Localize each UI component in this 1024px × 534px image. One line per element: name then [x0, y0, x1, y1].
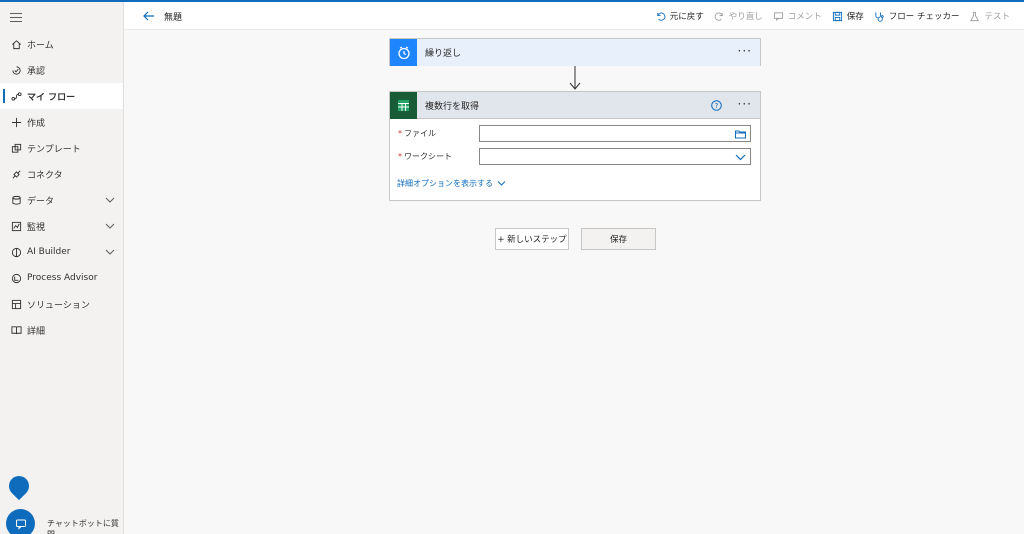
- solutions-icon: [10, 298, 22, 310]
- test-button[interactable]: テスト: [969, 10, 1010, 22]
- designer-header: 無題 元に戻す やり直し コメント 保存 フロー チェッカー テスト: [124, 2, 1024, 30]
- database-icon: [10, 194, 22, 206]
- sidebar-item-my-flows[interactable]: マイ フロー: [0, 83, 123, 109]
- sidebar-item-label: ソリューション: [27, 300, 90, 311]
- sidebar-item-data[interactable]: データ: [0, 187, 123, 213]
- sidebar-item-connectors[interactable]: コネクタ: [0, 161, 123, 187]
- test-label: テスト: [984, 12, 1010, 22]
- ai-builder-icon: [10, 246, 22, 258]
- sidebar-item-label: 監視: [27, 222, 46, 233]
- home-icon: [10, 38, 22, 50]
- hamburger-icon[interactable]: [10, 13, 22, 22]
- worksheet-dropdown[interactable]: [479, 148, 751, 165]
- comment-button[interactable]: コメント: [773, 10, 822, 22]
- folder-icon[interactable]: [735, 129, 746, 139]
- sidebar-item-learn[interactable]: 詳細: [0, 317, 123, 343]
- book-icon: [10, 324, 22, 336]
- flow-checker-button[interactable]: フロー チェッカー: [874, 10, 960, 22]
- flow-icon: [10, 90, 22, 102]
- templates-icon: [10, 142, 22, 154]
- file-field-row: * ファイル: [398, 125, 752, 142]
- plus-icon: [10, 116, 22, 128]
- process-advisor-icon: [10, 272, 22, 284]
- worksheet-field-row: * ワークシート: [398, 148, 752, 165]
- action-card-get-rows[interactable]: 複数行を取得 ? ··· * ファイル * ワークシート 詳細オプションを表示する: [389, 91, 761, 201]
- approvals-icon: [10, 64, 22, 76]
- sidebar-item-home[interactable]: ホーム: [0, 31, 123, 57]
- chevron-down-icon[interactable]: [105, 247, 115, 257]
- toolbar: 元に戻す やり直し コメント 保存 フロー チェッカー テスト: [645, 8, 1010, 24]
- sidebar-item-label: 詳細: [27, 326, 46, 337]
- flow-checker-label: フロー チェッカー: [888, 12, 960, 22]
- sidebar-item-solutions[interactable]: ソリューション: [0, 291, 123, 317]
- sidebar-item-approvals[interactable]: 承認: [0, 57, 123, 83]
- help-icon[interactable]: ?: [711, 100, 722, 111]
- sidebar-item-label: ホーム: [27, 40, 54, 51]
- file-field-label: * ファイル: [398, 129, 436, 138]
- sidebar-item-templates[interactable]: テンプレート: [0, 135, 123, 161]
- undo-label: 元に戻す: [669, 12, 704, 22]
- chatbot-button[interactable]: [6, 509, 35, 534]
- undo-icon: [655, 11, 666, 22]
- sidebar-item-ai-builder[interactable]: AI Builder: [0, 239, 123, 265]
- stethoscope-icon: [874, 11, 885, 22]
- sidebar-item-process-advisor[interactable]: Process Advisor: [0, 265, 123, 291]
- connector-arrow: [569, 66, 581, 90]
- svg-text:?: ?: [715, 102, 719, 110]
- left-navigation: ホーム 承認 マイ フロー 作成 テンプレート コネクタ データ 監視 AI B…: [0, 2, 124, 534]
- excel-sheets-icon: [390, 91, 417, 119]
- nav-list: ホーム 承認 マイ フロー 作成 テンプレート コネクタ データ 監視 AI B…: [0, 31, 123, 343]
- action-card-title: 複数行を取得: [425, 101, 480, 112]
- advanced-options-link[interactable]: 詳細オプションを表示する: [397, 178, 506, 189]
- connector-icon: [10, 168, 22, 180]
- chevron-down-icon[interactable]: [735, 152, 746, 162]
- redo-icon: [714, 11, 725, 22]
- sidebar-item-label: AI Builder: [27, 247, 71, 257]
- sidebar-item-label: Process Advisor: [27, 273, 98, 283]
- file-input[interactable]: [479, 125, 751, 142]
- monitor-icon: [10, 220, 22, 232]
- trigger-card-title: 繰り返し: [425, 49, 462, 59]
- trigger-card-recurrence[interactable]: 繰り返し ···: [389, 38, 761, 66]
- flask-icon: [969, 11, 980, 22]
- undo-button[interactable]: 元に戻す: [655, 10, 704, 22]
- sidebar-item-monitor[interactable]: 監視: [0, 213, 123, 239]
- flow-title[interactable]: 無題: [164, 10, 182, 23]
- recurrence-clock-icon: [390, 39, 417, 66]
- sidebar-item-label: テンプレート: [27, 144, 81, 155]
- chatbot-label[interactable]: チャットボットに質問: [47, 518, 123, 534]
- more-options-icon[interactable]: ···: [738, 45, 752, 57]
- sidebar-item-label: コネクタ: [27, 170, 63, 181]
- redo-label: やり直し: [728, 12, 763, 22]
- worksheet-field-label: * ワークシート: [398, 152, 452, 161]
- trigger-card-header[interactable]: 繰り返し ···: [390, 39, 760, 66]
- comment-icon: [773, 11, 784, 22]
- redo-button[interactable]: やり直し: [714, 10, 763, 22]
- sidebar-item-create[interactable]: 作成: [0, 109, 123, 135]
- save-icon: [832, 11, 843, 22]
- save-button[interactable]: 保存: [581, 228, 656, 250]
- chevron-down-icon[interactable]: [105, 195, 115, 205]
- save-toolbar-button[interactable]: 保存: [832, 10, 864, 22]
- chevron-down-icon[interactable]: [105, 221, 115, 231]
- map-pin-icon: [4, 471, 34, 501]
- chevron-down-icon: [497, 181, 506, 186]
- sidebar-item-label: マイ フロー: [27, 92, 76, 103]
- sidebar-item-label: 承認: [27, 66, 46, 77]
- chat-icon: [15, 519, 26, 530]
- more-options-icon[interactable]: ···: [738, 98, 752, 110]
- comment-label: コメント: [787, 12, 822, 22]
- back-arrow-icon[interactable]: [142, 9, 156, 23]
- sidebar-item-label: データ: [27, 196, 55, 207]
- save-label: 保存: [846, 12, 864, 22]
- sidebar-item-label: 作成: [27, 118, 46, 129]
- action-card-header[interactable]: 複数行を取得 ? ···: [390, 91, 760, 119]
- new-step-button[interactable]: + 新しいステップ: [495, 228, 569, 250]
- advanced-options-label: 詳細オプションを表示する: [397, 179, 493, 188]
